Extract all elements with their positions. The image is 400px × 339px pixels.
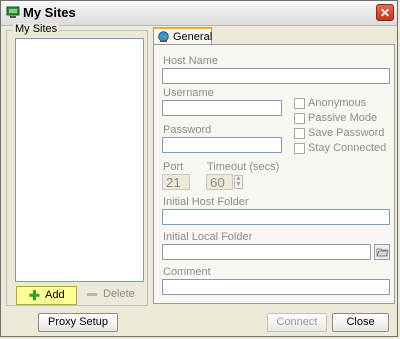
browse-local-folder-button[interactable] [374,244,390,260]
username-label: Username [163,87,214,99]
passive-mode-checkbox[interactable] [294,113,305,124]
connect-button[interactable]: Connect [267,313,327,332]
app-ftp-icon [6,6,20,18]
timeout-label: Timeout (secs) [207,161,280,173]
port-input[interactable] [162,174,190,190]
initial-host-folder-input[interactable] [162,209,390,225]
proxy-setup-button[interactable]: Proxy Setup [38,313,118,332]
username-input[interactable] [162,100,282,116]
window-title: My Sites [23,5,76,20]
tab-general-label: General [173,31,213,43]
password-input[interactable] [162,137,282,153]
anonymous-label: Anonymous [308,97,367,109]
stay-connected-label: Stay Connected [308,142,387,154]
close-icon[interactable]: ✕ [376,4,394,21]
initial-local-folder-label: Initial Local Folder [163,231,253,243]
comment-label: Comment [163,266,211,278]
general-tab-panel: Host Name Username Password Anonymous Pa… [153,44,395,304]
my-sites-group: My Sites ✚ Add Delete [6,23,148,306]
comment-input[interactable] [162,279,390,295]
password-label: Password [163,124,212,136]
timeout-input[interactable] [206,174,233,190]
initial-local-folder-input[interactable] [162,244,371,260]
add-site-button[interactable]: ✚ Add [16,286,77,305]
anonymous-checkbox[interactable] [294,98,305,109]
host-name-input[interactable] [162,68,390,84]
my-sites-group-label: My Sites [13,23,60,35]
save-password-checkbox[interactable] [294,128,305,139]
save-password-label: Save Password [308,127,385,139]
passive-mode-label: Passive Mode [308,112,378,124]
sites-list[interactable] [15,38,144,282]
globe-icon [158,31,169,42]
minus-icon [87,292,97,296]
host-name-label: Host Name [163,55,219,67]
folder-browse-icon [376,248,389,257]
timeout-spinner[interactable]: ▲ ▼ [234,175,243,189]
close-button[interactable]: Close [332,313,389,332]
title-bar: My Sites ✕ [1,1,397,26]
delete-site-button[interactable]: Delete [87,288,135,300]
plus-icon: ✚ [29,288,40,303]
tab-general[interactable]: General [153,27,212,45]
stay-connected-checkbox[interactable] [294,143,305,154]
my-sites-dialog: My Sites ✕ My Sites ✚ Add Delete General… [0,0,398,337]
initial-host-folder-label: Initial Host Folder [163,196,249,208]
port-label: Port [163,161,184,173]
delete-site-label: Delete [103,288,135,300]
add-site-label: Add [45,289,65,301]
